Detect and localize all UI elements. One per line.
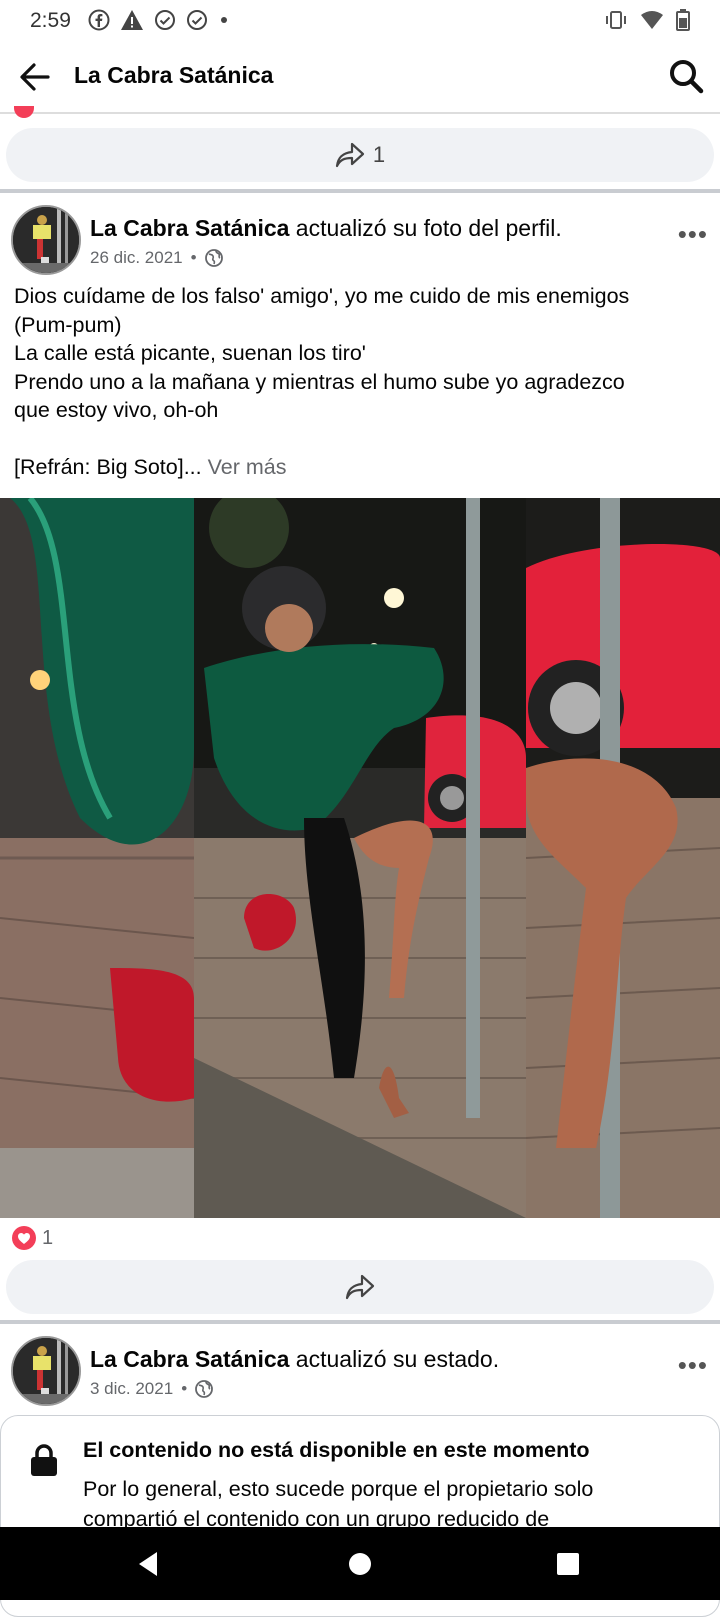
status-bar: 2:59 <box>0 0 720 40</box>
status-time: 2:59 <box>30 9 71 32</box>
post-header: La Cabra Satánica actualizó su foto del … <box>0 205 720 285</box>
post-text-line: que estoy vivo, oh-oh <box>14 398 219 422</box>
share-icon <box>335 142 364 168</box>
avatar[interactable] <box>11 1336 81 1406</box>
globe-icon <box>195 1380 214 1398</box>
post-date[interactable]: 26 dic. 2021 <box>90 248 183 268</box>
post-text-line: (Pum-pum) <box>14 312 122 337</box>
love-reaction-icon <box>12 1226 36 1250</box>
wifi-icon <box>641 11 663 29</box>
top-app-bar: La Cabra Satánica <box>0 40 720 114</box>
dot-icon <box>221 17 227 23</box>
post-divider <box>0 1320 720 1324</box>
avatar-image <box>13 207 79 273</box>
post-text-line: La calle está picante, suenan los tiro' <box>14 341 366 365</box>
more-options-icon[interactable]: ••• <box>678 1350 708 1381</box>
system-navigation-bar <box>0 1527 720 1600</box>
globe-icon <box>204 249 223 267</box>
author-name[interactable]: La Cabra Satánica <box>90 215 289 241</box>
post-text: Dios cuídame de los falso' amigo', yo me… <box>14 282 709 482</box>
avatar[interactable] <box>11 205 81 275</box>
post-action: actualizó su foto del perfil. <box>289 215 562 241</box>
share-count: 1 <box>372 142 386 167</box>
post-text-line <box>14 425 709 454</box>
nav-back-button[interactable] <box>108 1527 188 1600</box>
lock-icon <box>31 1444 57 1476</box>
meta-separator: • <box>181 1379 188 1398</box>
previous-reaction-icon <box>14 106 34 118</box>
warning-icon <box>121 10 143 30</box>
post-photo[interactable] <box>0 498 720 1218</box>
photo-panel-left <box>0 498 194 1218</box>
facebook-notification-icon <box>88 9 110 31</box>
post-text-line: [Refrán: Big Soto]... Ver más <box>14 453 709 482</box>
avatar-image <box>13 1338 79 1404</box>
share-icon <box>345 1274 375 1300</box>
unavailable-title: El contenido no está disponible en este … <box>83 1438 590 1462</box>
author-name[interactable]: La Cabra Satánica <box>90 1346 289 1372</box>
nav-home-button[interactable] <box>320 1527 400 1600</box>
battery-icon <box>676 9 690 31</box>
back-arrow-icon[interactable] <box>16 58 54 96</box>
reaction-count: 1 <box>42 1226 54 1249</box>
post-meta: 3 dic. 2021 • <box>90 1379 214 1399</box>
search-icon[interactable] <box>666 56 706 96</box>
post-title: La Cabra Satánica actualizó su estado. <box>90 1346 499 1373</box>
unavailable-description: Por lo general, esto sucede porque el pr… <box>83 1477 594 1531</box>
check-circle-icon <box>155 10 175 30</box>
post-title: La Cabra Satánica actualizó su foto del … <box>90 215 562 242</box>
vibrate-icon <box>606 11 626 29</box>
page-title: La Cabra Satánica <box>74 62 274 88</box>
more-options-icon[interactable]: ••• <box>678 219 708 250</box>
see-more-link[interactable]: Ver más <box>208 455 287 479</box>
post-header: La Cabra Satánica actualizó su estado. 3… <box>0 1336 720 1416</box>
photo-panel-right <box>526 498 720 1218</box>
check-circle-icon <box>187 10 207 30</box>
post-text-line: Prendo uno a la mañana y mientras el hum… <box>14 369 625 394</box>
post-text-last: [Refrán: Big Soto]... <box>14 455 202 479</box>
nav-back-icon <box>139 1551 157 1576</box>
share-button[interactable]: 1 <box>6 128 714 182</box>
reaction-summary[interactable]: 1 <box>12 1226 53 1250</box>
nav-recents-icon <box>557 1552 579 1575</box>
post-date[interactable]: 3 dic. 2021 <box>90 1379 173 1399</box>
nav-recents-button[interactable] <box>528 1527 608 1600</box>
nav-home-icon <box>349 1552 371 1575</box>
post-action: actualizó su estado. <box>289 1346 500 1372</box>
post-divider <box>0 189 720 193</box>
post-text-line: Dios cuídame de los falso' amigo', yo me… <box>14 284 630 308</box>
photo-panel-center <box>194 498 526 1218</box>
post-meta: 26 dic. 2021 • <box>90 248 223 268</box>
share-button[interactable] <box>6 1260 714 1314</box>
meta-separator: • <box>190 248 197 267</box>
